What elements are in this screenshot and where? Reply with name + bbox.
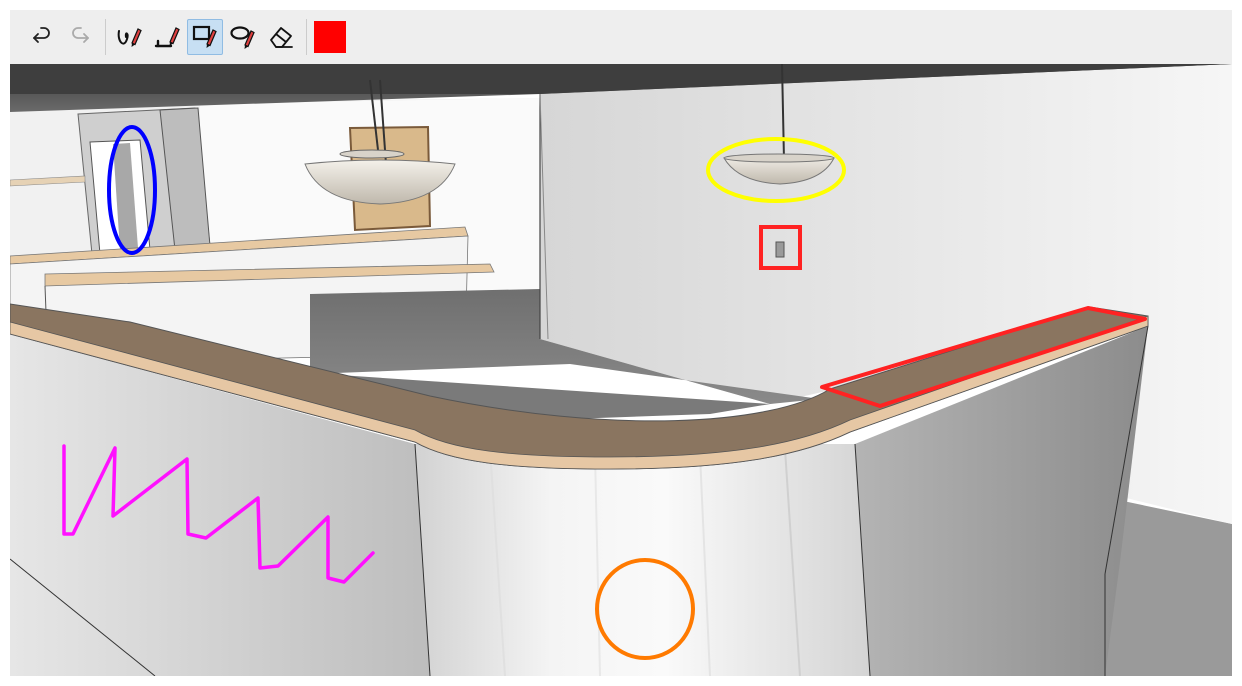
freehand-pen-icon bbox=[117, 28, 142, 47]
undo-icon bbox=[33, 27, 50, 43]
freehand-pen-button[interactable] bbox=[111, 19, 147, 55]
annotation-editor bbox=[0, 0, 1242, 686]
rectangle-pen-icon bbox=[192, 25, 217, 48]
drawing-canvas[interactable] bbox=[10, 64, 1232, 676]
scene-image bbox=[10, 64, 1232, 676]
ellipse-pen-button[interactable] bbox=[225, 19, 261, 55]
toolbar bbox=[10, 10, 1232, 64]
redo-button[interactable] bbox=[62, 19, 98, 55]
redo-icon bbox=[72, 27, 89, 43]
ellipse-pen-icon bbox=[230, 26, 255, 49]
undo-button[interactable] bbox=[24, 19, 60, 55]
eraser-button[interactable] bbox=[263, 19, 299, 55]
line-pen-icon bbox=[154, 27, 180, 48]
line-pen-button[interactable] bbox=[149, 19, 185, 55]
toolbar-separator bbox=[306, 19, 307, 55]
eraser-icon bbox=[270, 27, 293, 48]
color-swatch[interactable] bbox=[314, 21, 346, 53]
rectangle-pen-button[interactable] bbox=[187, 19, 223, 55]
toolbar-separator bbox=[105, 19, 106, 55]
